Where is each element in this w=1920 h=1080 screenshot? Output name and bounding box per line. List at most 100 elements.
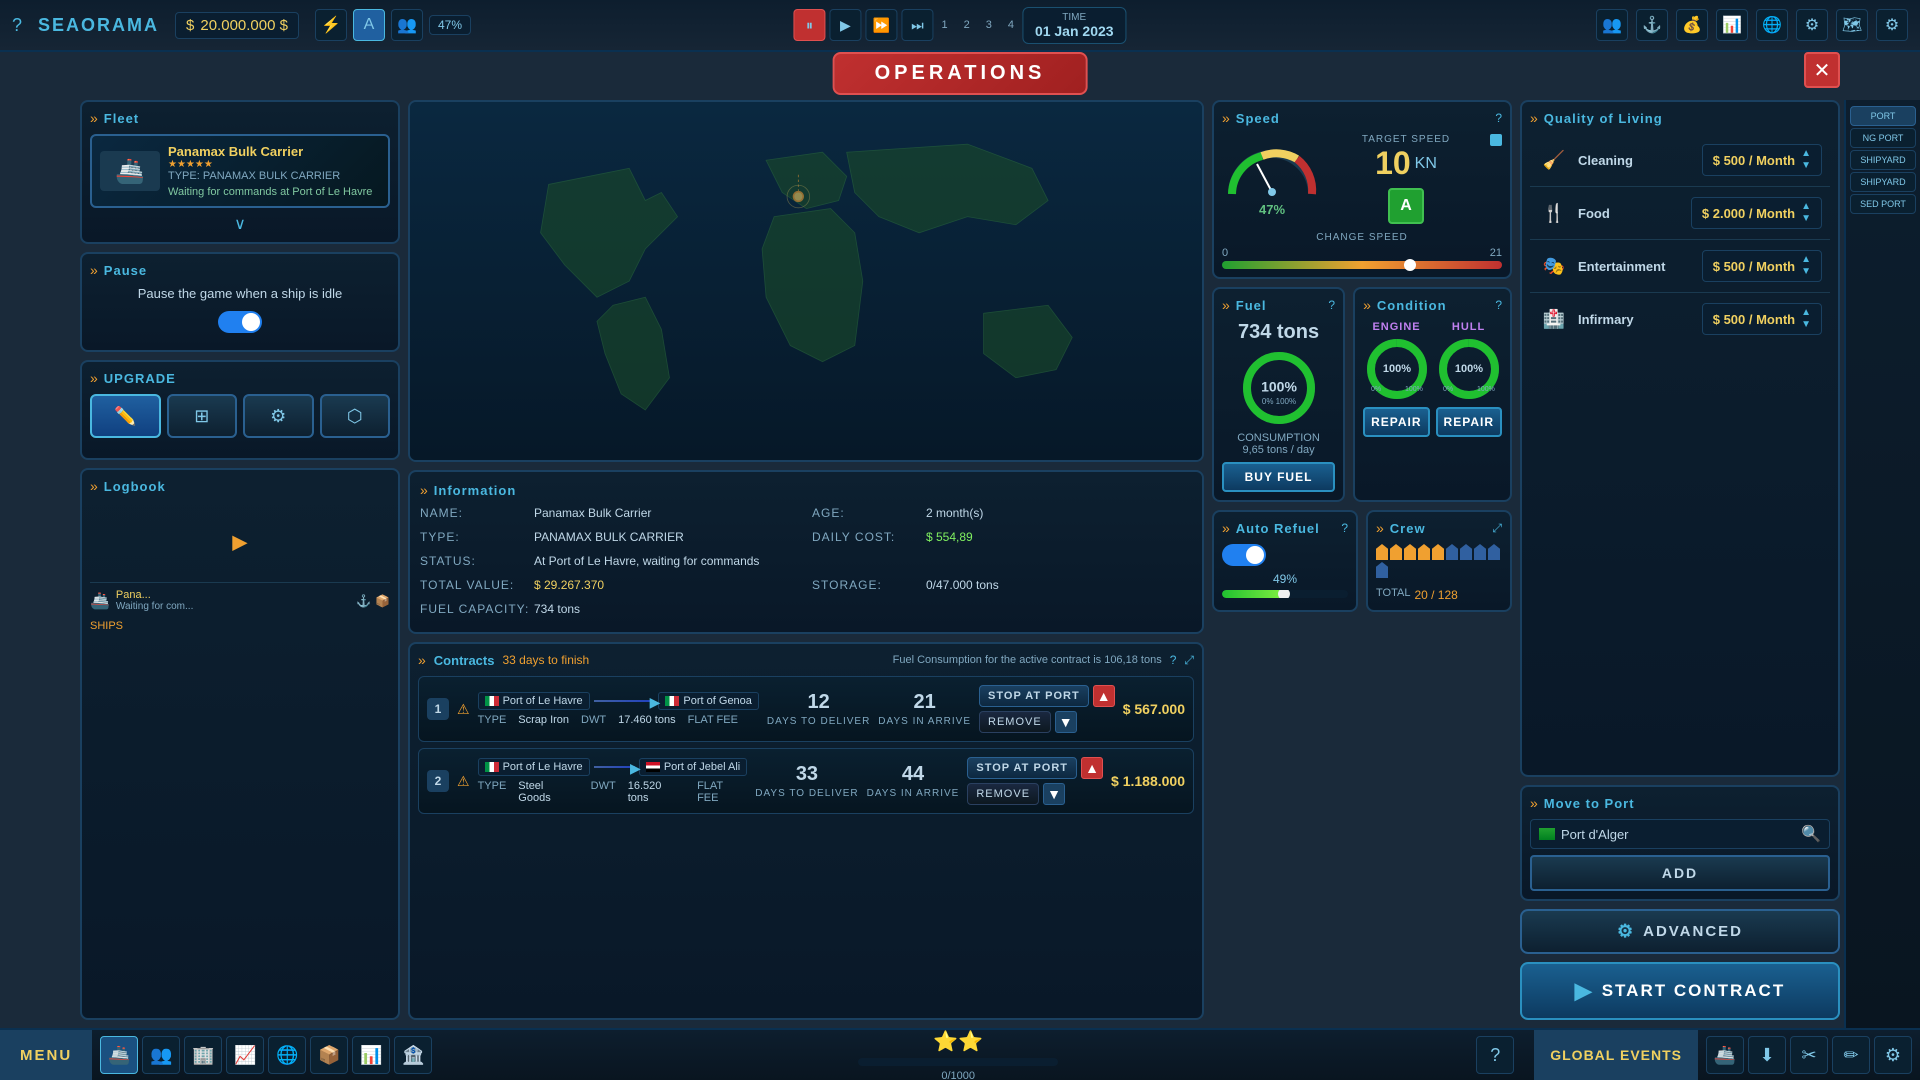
nav-icon-3[interactable]: 👥 (391, 9, 423, 41)
infirmary-up[interactable]: ▲ (1801, 308, 1811, 318)
auto-refuel-header: » Auto Refuel ? (1222, 520, 1348, 536)
crew-member (1432, 544, 1444, 560)
days-deliver-num-1: 12 (807, 691, 829, 714)
nav-globe-icon[interactable]: 🌐 (268, 1036, 306, 1074)
food-down[interactable]: ▼ (1801, 214, 1811, 224)
bottom-icon-r4[interactable]: ✏ (1832, 1036, 1870, 1074)
stop-port-btn-2[interactable]: STOP AT PORT (967, 757, 1077, 779)
global-events-button[interactable]: GLOBAL EVENTS (1534, 1030, 1698, 1080)
close-button[interactable]: ✕ (1804, 52, 1840, 88)
fleet-chevron[interactable]: ∨ (90, 214, 390, 234)
faster-btn[interactable]: ⏭ (901, 9, 933, 41)
speed-help[interactable]: ? (1495, 111, 1502, 125)
fuel-help[interactable]: ? (1328, 298, 1335, 312)
icon-btn-c[interactable]: 💰 (1676, 9, 1708, 41)
nav-building-icon[interactable]: 🏢 (184, 1036, 222, 1074)
refuel-help[interactable]: ? (1341, 521, 1348, 535)
info-header: » Information (420, 482, 1192, 498)
buy-fuel-button[interactable]: BUY FUEL (1222, 462, 1335, 492)
advanced-button[interactable]: ⚙ ADVANCED (1520, 909, 1840, 954)
menu-button[interactable]: MENU (0, 1030, 92, 1080)
speed-header: » Speed ? (1222, 110, 1502, 126)
flag-italy-1 (485, 696, 499, 706)
help-icon[interactable]: ? (12, 15, 22, 36)
pause-toggle[interactable] (218, 311, 262, 333)
speed-slider[interactable] (1222, 261, 1502, 269)
contract-expand-1[interactable]: ▼ (1055, 711, 1077, 733)
contract-from-1: Port of Le Havre (478, 692, 590, 710)
map-panel[interactable] (408, 100, 1204, 462)
contract-collapse-1[interactable]: ▲ (1093, 685, 1115, 707)
map-background (410, 102, 1202, 460)
upgrade-btn-3[interactable]: ⚙ (243, 394, 314, 438)
add-port-button[interactable]: ADD (1530, 855, 1830, 891)
sidebar-port-3[interactable]: SHIPYARD (1850, 150, 1916, 170)
sidebar-port-5[interactable]: SED PORT (1850, 194, 1916, 214)
info-status-row: STATUS: At Port of Le Havre, waiting for… (420, 554, 1192, 568)
contracts-expand-icon[interactable]: ⤢ (1184, 653, 1194, 668)
crew-external-icon[interactable]: ⤢ (1492, 521, 1502, 536)
play-btn[interactable]: ▶ (829, 9, 861, 41)
repair-hull-btn[interactable]: REPAIR (1436, 407, 1502, 437)
upgrade-btn-1[interactable]: ✏️ (90, 394, 161, 438)
refuel-bar[interactable] (1222, 590, 1348, 598)
fee-label-2: FLAT FEE (697, 780, 747, 804)
cleaning-up[interactable]: ▲ (1801, 149, 1811, 159)
icon-btn-d[interactable]: 📊 (1716, 9, 1748, 41)
date-display: 01 Jan 2023 (1035, 23, 1114, 39)
icon-btn-b[interactable]: ⚓ (1636, 9, 1668, 41)
contracts-panel: » Contracts 33 days to finish Fuel Consu… (408, 642, 1204, 1020)
remove-btn-2[interactable]: REMOVE (967, 783, 1039, 805)
entertainment-down[interactable]: ▼ (1801, 267, 1811, 277)
contract-expand-2[interactable]: ▼ (1043, 783, 1065, 805)
nav-bank-icon[interactable]: 🏦 (394, 1036, 432, 1074)
contract-collapse-2[interactable]: ▲ (1081, 757, 1103, 779)
map-icon[interactable]: 🗺 (1836, 9, 1868, 41)
contract-warn-2: ⚠ (457, 773, 470, 790)
infirmary-down[interactable]: ▼ (1801, 320, 1811, 330)
settings-icon[interactable]: ⚙ (1796, 9, 1828, 41)
cleaning-down[interactable]: ▼ (1801, 161, 1811, 171)
port-search-input[interactable]: Port d'Alger 🔍 (1530, 819, 1830, 849)
refuel-toggle-wrap (1222, 544, 1348, 566)
nav-cargo-icon[interactable]: 📦 (310, 1036, 348, 1074)
nav-crew-icon[interactable]: 👥 (142, 1036, 180, 1074)
start-contract-button[interactable]: ▶ START CONTRACT (1520, 962, 1840, 1020)
search-icon[interactable]: 🔍 (1801, 824, 1821, 844)
contracts-help-icon[interactable]: ? (1170, 653, 1177, 667)
upgrade-btn-4[interactable]: ⬡ (320, 394, 391, 438)
crew-member (1474, 544, 1486, 560)
route-line-2: ▶ (594, 766, 635, 768)
icon-btn-e[interactable]: 🌐 (1756, 9, 1788, 41)
condition-help[interactable]: ? (1495, 298, 1502, 312)
upgrade-btn-2[interactable]: ⊞ (167, 394, 238, 438)
gear-icon[interactable]: ⚙ (1876, 9, 1908, 41)
icon-btn-a[interactable]: 👥 (1596, 9, 1628, 41)
sidebar-port-2[interactable]: NG PORT (1850, 128, 1916, 148)
nav-icon-1[interactable]: ⚡ (315, 9, 347, 41)
nav-icon-2[interactable]: A (353, 9, 385, 41)
bottom-icon-r1[interactable]: 🚢 (1706, 1036, 1744, 1074)
entertainment-up[interactable]: ▲ (1801, 255, 1811, 265)
stop-port-btn-1[interactable]: STOP AT PORT (979, 685, 1089, 707)
fee-label-1: FLAT FEE (688, 714, 738, 726)
refuel-toggle[interactable] (1222, 544, 1266, 566)
bottom-icon-r2[interactable]: ⬇ (1748, 1036, 1786, 1074)
speed-help-icon[interactable] (1490, 134, 1502, 146)
sidebar-port-4[interactable]: SHIPYARD (1850, 172, 1916, 192)
remove-btn-1[interactable]: REMOVE (979, 711, 1051, 733)
nav-chart-icon[interactable]: 📈 (226, 1036, 264, 1074)
repair-engine-btn[interactable]: REPAIR (1363, 407, 1429, 437)
help-bottom-icon[interactable]: ? (1476, 1036, 1514, 1074)
bottom-icon-r5[interactable]: ⚙ (1874, 1036, 1912, 1074)
bottom-ships-btn[interactable]: SHIPS (90, 616, 390, 634)
fast-btn[interactable]: ⏩ (865, 9, 897, 41)
nav-ship-icon[interactable]: 🚢 (100, 1036, 138, 1074)
bottom-icon-r3[interactable]: ✂ (1790, 1036, 1828, 1074)
contract-ports-1: Port of Le Havre ▶ Port of Genoa (478, 692, 759, 710)
food-up[interactable]: ▲ (1801, 202, 1811, 212)
nav-bar-chart-icon[interactable]: 📊 (352, 1036, 390, 1074)
sidebar-port-1[interactable]: PORT (1850, 106, 1916, 126)
pause-btn[interactable]: ⏸ (793, 9, 825, 41)
ship-card[interactable]: 🚢 Panamax Bulk Carrier ★★★★★ TYPE: PANAM… (90, 134, 390, 208)
